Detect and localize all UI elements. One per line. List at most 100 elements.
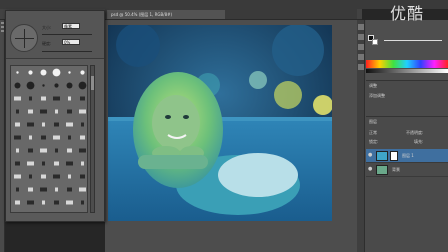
brush-tip[interactable] [53, 174, 60, 179]
scrollbar-thumb[interactable] [91, 76, 94, 90]
brush-tip[interactable] [41, 174, 46, 179]
brush-tip[interactable] [52, 68, 61, 77]
background-color-swatch[interactable] [372, 39, 378, 45]
brush-tips[interactable] [11, 66, 88, 213]
brush-tip[interactable] [54, 83, 59, 88]
brush-tip[interactable] [29, 96, 32, 101]
brush-tip[interactable] [42, 122, 45, 127]
brush-tip[interactable] [68, 174, 71, 179]
brush-tip[interactable] [55, 187, 58, 192]
brush-tip[interactable] [14, 174, 21, 179]
brush-tip[interactable] [15, 122, 20, 127]
brush-tip[interactable] [67, 148, 72, 153]
brush-tip[interactable] [15, 161, 20, 166]
brush-tip[interactable] [67, 187, 72, 192]
brush-tip[interactable] [53, 96, 60, 101]
brush-size-label: 大小: [42, 25, 52, 30]
brush-tip[interactable] [28, 70, 33, 75]
brush-tip[interactable] [66, 200, 73, 205]
brush-tip[interactable] [40, 109, 47, 114]
brush-tip[interactable] [54, 161, 59, 166]
brightness-ramp[interactable] [366, 69, 448, 73]
layer-mask-thumbnail[interactable] [390, 151, 398, 161]
layer-row[interactable]: ● 图层 1 [366, 149, 448, 163]
brush-tip[interactable] [80, 174, 85, 179]
brush-size-slider[interactable] [42, 34, 92, 35]
brush-tip[interactable] [68, 71, 71, 74]
brush-tip[interactable] [16, 187, 19, 192]
brush-tip[interactable] [68, 135, 71, 140]
brush-tip[interactable] [67, 109, 72, 114]
canvas-image[interactable] [108, 25, 332, 221]
brush-tip[interactable] [41, 96, 46, 101]
brush-preset-grid[interactable] [10, 65, 88, 213]
brush-tip[interactable] [81, 200, 84, 205]
brush-tip[interactable] [80, 70, 85, 75]
layer-row[interactable]: ● 背景 [366, 163, 448, 177]
character-icon[interactable] [358, 54, 364, 60]
color-slider[interactable] [384, 40, 442, 41]
color-spectrum[interactable] [366, 60, 448, 68]
brush-tip[interactable] [66, 122, 73, 127]
blend-mode-select[interactable]: 正常 [369, 130, 377, 136]
brush-angle-preview[interactable] [10, 24, 38, 52]
brush-hardness-slider[interactable] [42, 51, 92, 52]
brush-tip[interactable] [79, 187, 86, 192]
brush-tip[interactable] [27, 200, 34, 205]
brush-tip[interactable] [15, 200, 20, 205]
tool-icon[interactable] [1, 26, 4, 28]
eye-icon[interactable]: ● [368, 167, 373, 172]
brush-tip[interactable] [16, 148, 19, 153]
brush-tip[interactable] [80, 135, 85, 140]
brush-tip[interactable] [66, 161, 73, 166]
opacity-label: 不透明度: [406, 130, 424, 135]
brush-hardness-field[interactable]: 0% [62, 39, 80, 45]
brush-tip[interactable] [41, 135, 46, 140]
brush-tip[interactable] [29, 174, 32, 179]
brush-tip[interactable] [42, 200, 45, 205]
brush-list-scrollbar[interactable] [90, 65, 95, 213]
adjustments-tab[interactable]: 调整 [369, 83, 377, 89]
brush-icon[interactable] [358, 44, 364, 50]
brush-tip[interactable] [27, 122, 34, 127]
brush-tip[interactable] [53, 135, 60, 140]
brush-tip[interactable] [28, 187, 33, 192]
properties-icon[interactable] [358, 34, 364, 40]
brush-tip[interactable] [54, 200, 59, 205]
brush-tip[interactable] [26, 81, 35, 90]
brush-size-field[interactable]: 像素 [62, 23, 80, 29]
color-swatches[interactable] [368, 35, 378, 45]
brush-tip[interactable] [80, 96, 85, 101]
brush-tip[interactable] [79, 148, 86, 153]
brush-tip[interactable] [81, 161, 84, 166]
brush-tip[interactable] [81, 122, 84, 127]
brush-tip[interactable] [14, 82, 21, 89]
brush-tip[interactable] [29, 135, 32, 140]
brush-tip[interactable] [55, 109, 58, 114]
brush-tip[interactable] [40, 69, 47, 76]
layers-tab[interactable]: 图层 [369, 119, 377, 125]
brush-tip[interactable] [40, 187, 47, 192]
brush-tip[interactable] [14, 135, 21, 140]
history-icon[interactable] [358, 24, 364, 30]
brush-tip[interactable] [40, 148, 47, 153]
eye-icon[interactable]: ● [368, 153, 373, 158]
paragraph-icon[interactable] [358, 64, 364, 70]
brush-tip[interactable] [28, 109, 33, 114]
tool-icon[interactable] [1, 22, 4, 24]
brush-tip[interactable] [66, 82, 73, 89]
brush-tip[interactable] [16, 71, 19, 74]
brush-tip[interactable] [42, 84, 45, 87]
brush-tip[interactable] [28, 148, 33, 153]
brush-tip[interactable] [16, 109, 19, 114]
document-tab[interactable]: psd @ 50.4% (图层 1, RGB/8#) [107, 10, 225, 19]
tool-icon[interactable] [1, 30, 4, 32]
brush-tip[interactable] [27, 161, 34, 166]
brush-tip[interactable] [55, 148, 58, 153]
brush-tip[interactable] [54, 122, 59, 127]
brush-tip[interactable] [68, 96, 71, 101]
brush-tip[interactable] [42, 161, 45, 166]
brush-tip[interactable] [79, 109, 86, 114]
brush-tip[interactable] [78, 81, 87, 90]
brush-tip[interactable] [14, 96, 21, 101]
